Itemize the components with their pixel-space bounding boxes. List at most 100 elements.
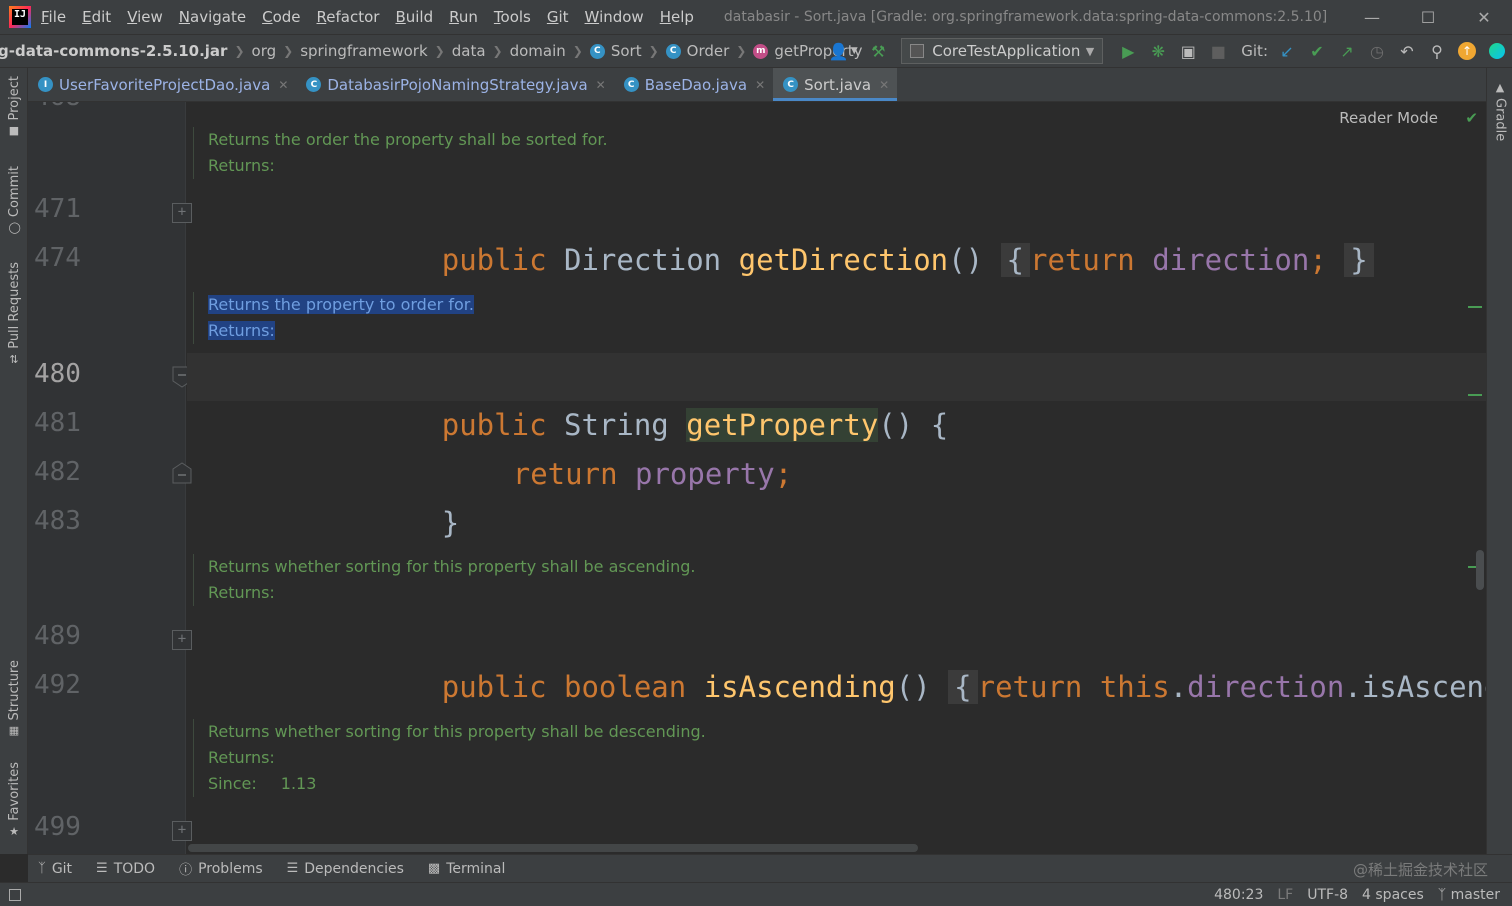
code-token: Direction xyxy=(564,243,722,277)
build-hammer-icon[interactable]: ⚒ xyxy=(863,36,893,66)
tool-window-favorites[interactable]: Favorites ★ xyxy=(0,762,28,837)
code-line-get-direction[interactable]: public Direction getDirection() {return … xyxy=(187,188,1486,277)
tab-basedao[interactable]: C BaseDao.java ✕ xyxy=(614,68,773,101)
git-commit-check-icon[interactable]: ✔ xyxy=(1302,36,1332,66)
jetbrains-toolbox-icon[interactable] xyxy=(1482,36,1512,66)
folded-region[interactable]: { xyxy=(1000,243,1030,277)
breadcrumb-jar[interactable]: g-data-commons-2.5.10.jar xyxy=(0,42,227,60)
tool-window-commit[interactable]: Commit ◯ xyxy=(0,166,28,233)
breadcrumb-data[interactable]: data xyxy=(452,42,486,60)
tool-window-structure[interactable]: Structure ▦ xyxy=(0,660,28,736)
menu-run[interactable]: Run xyxy=(449,8,478,26)
code-line-get-property[interactable]: public String getProperty() { xyxy=(187,353,1486,442)
close-window-icon[interactable]: ✕ xyxy=(1456,0,1512,34)
tool-window-pull-requests[interactable]: Pull Requests ⇅ xyxy=(0,262,28,365)
toggle-tool-windows-icon[interactable] xyxy=(9,888,21,901)
minimize-icon[interactable]: — xyxy=(1344,0,1400,34)
menu-view[interactable]: View xyxy=(127,8,163,26)
user-icon[interactable]: 👤 ▼ xyxy=(823,36,863,66)
code-line-return-property[interactable]: return property; xyxy=(187,402,1486,491)
line-separator[interactable]: LF xyxy=(1277,887,1293,903)
tab-label: Sort.java xyxy=(804,75,872,94)
tool-window-problems[interactable]: ⓘ Problems xyxy=(179,859,263,879)
code-token: public xyxy=(441,243,547,277)
interface-icon: I xyxy=(38,77,53,92)
change-marker[interactable] xyxy=(1468,394,1482,396)
tool-window-git-label: Git xyxy=(51,860,73,877)
tool-window-gradle[interactable]: ▲ Gradle xyxy=(1487,82,1512,141)
debug-bug-icon[interactable]: ❋ xyxy=(1143,36,1173,66)
breadcrumb-springframework[interactable]: springframework xyxy=(300,42,427,60)
tool-window-todo[interactable]: ☰ TODO xyxy=(96,861,155,877)
tool-window-terminal-label: Terminal xyxy=(446,860,506,877)
editor-gutter[interactable]: 468 471 474 480 481 482 483 489 492 499 … xyxy=(28,102,215,854)
tool-window-terminal[interactable]: ▩ Terminal xyxy=(428,861,505,877)
horizontal-scrollbar[interactable] xyxy=(188,844,918,852)
code-token: { xyxy=(954,670,972,704)
menu-window[interactable]: Window xyxy=(585,8,644,26)
code-token: { xyxy=(1006,243,1024,277)
javadoc-get-property[interactable]: Returns the property to order for. Retur… xyxy=(193,292,474,344)
tool-window-git[interactable]: ᛉ Git xyxy=(38,861,72,877)
tool-window-dependencies[interactable]: ☰ Dependencies xyxy=(287,861,404,877)
git-push-icon[interactable]: ↗ xyxy=(1332,36,1362,66)
breadcrumb-sort-label: Sort xyxy=(610,42,642,60)
run-icon[interactable]: ▶ xyxy=(1113,36,1143,66)
caret-position[interactable]: 480:23 xyxy=(1214,887,1263,903)
git-branch-widget[interactable]: ᛉ master xyxy=(1438,887,1500,903)
line-number-current: 480 xyxy=(34,359,81,389)
tab-label: DatabasirPojoNamingStrategy.java xyxy=(327,75,588,94)
indent-setting[interactable]: 4 spaces xyxy=(1362,887,1424,903)
menu-git[interactable]: Git xyxy=(547,8,569,26)
stop-icon[interactable]: ■ xyxy=(1203,36,1233,66)
run-configuration-select[interactable]: CoreTestApplication ▼ xyxy=(901,38,1104,64)
tab-databasirpojonamingstrategy[interactable]: C DatabasirPojoNamingStrategy.java ✕ xyxy=(296,68,613,101)
code-token: . xyxy=(1344,670,1362,704)
code-editor[interactable]: 468 471 474 480 481 482 483 489 492 499 … xyxy=(28,102,1486,854)
change-marker[interactable] xyxy=(1468,306,1482,308)
history-clock-icon[interactable]: ◷ xyxy=(1362,36,1392,66)
menu-tools[interactable]: Tools xyxy=(494,8,531,26)
class-icon: C xyxy=(665,43,681,59)
tab-sort-java[interactable]: C Sort.java ✕ xyxy=(773,68,898,101)
close-tab-icon[interactable]: ✕ xyxy=(755,78,765,92)
ide-update-icon[interactable]: ↑ xyxy=(1452,36,1482,66)
code-token: () xyxy=(948,243,984,277)
breadcrumb-sort[interactable]: C Sort xyxy=(589,42,642,60)
line-number: 474 xyxy=(34,243,81,273)
folded-region[interactable]: { xyxy=(948,670,978,704)
menu-refactor[interactable]: Refactor xyxy=(317,8,380,26)
git-update-icon[interactable]: ↙ xyxy=(1272,36,1302,66)
intellij-logo-icon[interactable]: IJ xyxy=(9,6,31,28)
line-number: 499 xyxy=(34,812,81,842)
maximize-icon[interactable]: ☐ xyxy=(1400,0,1456,34)
close-tab-icon[interactable]: ✕ xyxy=(596,78,606,92)
javadoc-text-selected: Returns the property to order for. xyxy=(208,295,474,314)
tool-window-project[interactable]: Project ■ xyxy=(0,76,28,136)
close-tab-icon[interactable]: ✕ xyxy=(879,78,889,92)
method-icon: m xyxy=(753,43,769,59)
menu-navigate[interactable]: Navigate xyxy=(179,8,246,26)
coverage-icon[interactable]: ▣ xyxy=(1173,36,1203,66)
close-tab-icon[interactable]: ✕ xyxy=(278,78,288,92)
menu-help[interactable]: Help xyxy=(660,8,694,26)
menu-code[interactable]: Code xyxy=(262,8,300,26)
code-line-close-brace[interactable]: } xyxy=(187,451,1486,540)
rollback-undo-icon[interactable]: ↶ xyxy=(1392,36,1422,66)
code-line-is-ascending[interactable]: public boolean isAscending() {return thi… xyxy=(187,615,1486,704)
vertical-scrollbar[interactable] xyxy=(1476,550,1484,590)
menu-edit[interactable]: Edit xyxy=(82,8,111,26)
breadcrumb-separator: ❯ xyxy=(492,44,503,58)
breadcrumb-domain[interactable]: domain xyxy=(510,42,566,60)
search-icon[interactable]: ⚲ xyxy=(1422,36,1452,66)
tab-userfavoriteprojectdao[interactable]: I UserFavoriteProjectDao.java ✕ xyxy=(28,68,296,101)
javadoc-is-ascending: Returns whether sorting for this propert… xyxy=(193,554,696,606)
left-tool-strip: Project ■ Commit ◯ Pull Requests ⇅ Struc… xyxy=(0,68,28,854)
breadcrumb-order[interactable]: C Order xyxy=(665,42,729,60)
breadcrumb-org[interactable]: org xyxy=(252,42,277,60)
menu-build[interactable]: Build xyxy=(395,8,433,26)
menu-file[interactable]: File xyxy=(41,8,66,26)
todo-list-icon: ☰ xyxy=(96,861,108,876)
folded-region[interactable]: } xyxy=(1344,243,1374,277)
file-encoding[interactable]: UTF-8 xyxy=(1307,887,1348,903)
